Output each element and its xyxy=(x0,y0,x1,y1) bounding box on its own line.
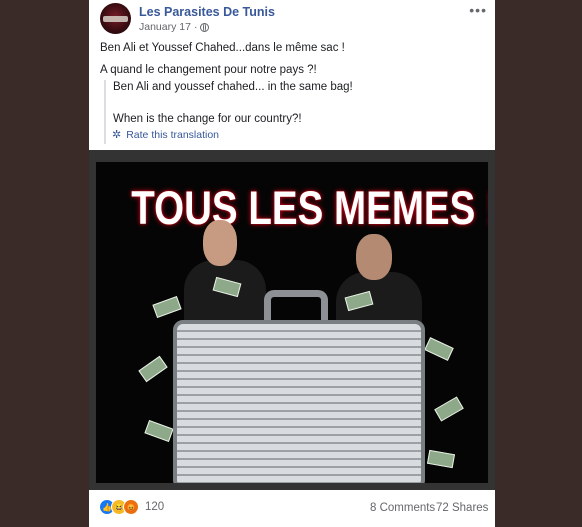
meta-separator: · xyxy=(193,21,198,33)
post-date[interactable]: January 17 xyxy=(139,21,191,33)
cash-bundle xyxy=(144,419,174,443)
post-meta: January 17 · xyxy=(139,21,210,33)
post-text-line-2: A quand le changement pour notre pays ?! xyxy=(100,64,317,76)
page-avatar[interactable] xyxy=(100,3,131,34)
meme-caption: TOUS LES MEMES ! xyxy=(131,181,488,234)
post-image[interactable]: TOUS LES MEMES ! xyxy=(96,162,488,483)
post-body: Ben Ali et Youssef Chahed...dans le même… xyxy=(100,41,345,85)
post-card: Les Parasites De Tunis January 17 · ••• … xyxy=(89,0,495,527)
cash-bundle xyxy=(424,337,454,361)
rate-translation-link[interactable]: ✲ Rate this translation xyxy=(112,128,220,142)
avatar-logo xyxy=(103,16,128,22)
comments-link[interactable]: 8 Comments xyxy=(370,502,435,514)
translation-line-1: Ben Ali and youssef chahed... in the sam… xyxy=(113,81,353,93)
reactions-summary[interactable]: 👍 😆 😡 120 xyxy=(99,499,164,515)
post-header: Les Parasites De Tunis January 17 · ••• xyxy=(89,0,495,42)
briefcase xyxy=(173,320,425,483)
cash-bundle xyxy=(426,449,456,469)
globe-icon xyxy=(200,22,210,32)
post-footer: 👍 😆 😡 120 8 Comments 72 Shares xyxy=(89,495,495,519)
cash-bundle xyxy=(138,355,168,383)
cash-bundle xyxy=(434,396,464,422)
left-person-face xyxy=(203,220,237,266)
angry-icon: 😡 xyxy=(123,499,139,515)
rate-translation-label: Rate this translation xyxy=(126,128,220,141)
gear-icon: ✲ xyxy=(112,129,122,141)
page-name-link[interactable]: Les Parasites De Tunis xyxy=(139,5,275,19)
right-person-face xyxy=(356,234,392,280)
shares-link[interactable]: 72 Shares xyxy=(436,502,488,514)
translation-line-2: When is the change for our country?! xyxy=(113,113,302,125)
post-image-frame[interactable]: TOUS LES MEMES ! xyxy=(89,150,495,490)
cash-bundle xyxy=(152,295,182,319)
reaction-count: 120 xyxy=(145,501,165,513)
post-text-line-1: Ben Ali et Youssef Chahed...dans le même… xyxy=(100,42,345,54)
more-options-icon[interactable]: ••• xyxy=(469,2,487,18)
